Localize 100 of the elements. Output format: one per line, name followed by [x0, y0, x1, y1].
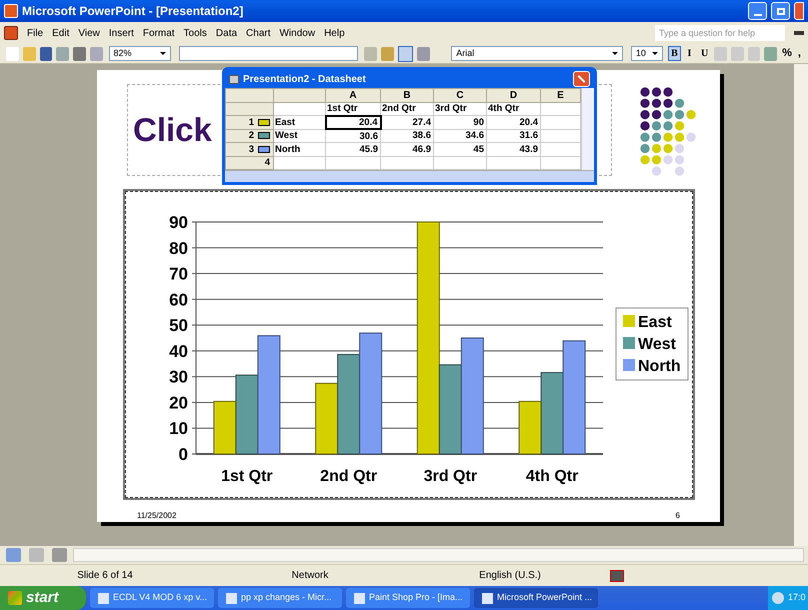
- number-format-button[interactable]: %: [779, 45, 795, 62]
- vertical-scrollbar[interactable]: [581, 88, 594, 170]
- menu-item[interactable]: View: [78, 26, 100, 40]
- slide-title: Click: [133, 110, 212, 150]
- column-header[interactable]: B: [380, 88, 434, 102]
- app-icon: [354, 592, 365, 604]
- table-cell: 20.4: [486, 116, 540, 129]
- column-header[interactable]: E: [540, 88, 580, 102]
- column-header[interactable]: D: [486, 88, 540, 102]
- menu-item[interactable]: Help: [324, 26, 345, 40]
- page-number: 6: [676, 510, 680, 522]
- app-icon: [4, 4, 18, 18]
- table-cell: 27.4: [380, 116, 434, 129]
- vertical-scrollbar[interactable]: [794, 64, 808, 546]
- table-cell: 20.4: [326, 116, 380, 129]
- help-search-field[interactable]: Type a question for help: [655, 25, 785, 41]
- corner-cell[interactable]: [226, 88, 274, 102]
- table-cell: East: [274, 116, 326, 129]
- menu-item[interactable]: Edit: [52, 26, 70, 40]
- format-button[interactable]: B: [668, 46, 681, 61]
- font-size-dropdown[interactable]: 10: [630, 46, 663, 61]
- window-title: Microsoft PowerPoint - [Presentation2]: [22, 3, 244, 20]
- caret-icon: [652, 52, 658, 55]
- format-button[interactable]: I: [682, 46, 696, 61]
- category-label: 3rd Qtr: [424, 468, 478, 485]
- y-tick-label: 20: [169, 393, 188, 412]
- legend-label: East: [638, 314, 672, 331]
- table-cell: 43.9: [486, 142, 540, 156]
- app-icon: [98, 592, 109, 604]
- app-icon: [226, 592, 237, 604]
- menu-item[interactable]: Insert: [108, 26, 134, 40]
- datasheet-title: Presentation2 - Datasheet: [243, 72, 367, 86]
- legend-label: North: [638, 358, 681, 375]
- y-tick-label: 50: [169, 316, 188, 336]
- close-button[interactable]: [794, 2, 804, 20]
- bar: [315, 382, 338, 454]
- row-header[interactable]: [226, 102, 274, 116]
- y-tick-label: 0: [178, 445, 188, 464]
- table-cell: 1st Qtr: [326, 102, 380, 116]
- table-cell: North: [274, 142, 326, 156]
- table-cell: 46.9: [380, 142, 434, 156]
- row-header[interactable]: 4: [226, 156, 274, 170]
- table-cell: 30.6: [326, 129, 380, 142]
- y-tick-label: 80: [169, 238, 188, 258]
- caret-icon: [612, 52, 618, 55]
- y-tick-label: 40: [169, 342, 188, 361]
- row-header[interactable]: 2: [226, 129, 274, 142]
- table-cell: 4th Qtr: [486, 102, 540, 116]
- row-header[interactable]: 1: [226, 116, 274, 129]
- datasheet-icon[interactable]: [398, 46, 414, 62]
- menu-item[interactable]: File: [27, 26, 44, 40]
- taskbar-item[interactable]: pp xp changes - Micr...: [218, 588, 342, 608]
- legend-swatch: [623, 315, 635, 327]
- y-tick-label: 30: [169, 368, 188, 387]
- taskbar-item[interactable]: Microsoft PowerPoint ...: [474, 588, 598, 608]
- minimize-button[interactable]: [748, 2, 767, 20]
- table-cell: 38.6: [380, 129, 434, 142]
- table-cell: 34.6: [434, 129, 486, 142]
- menu-item[interactable]: Format: [142, 26, 175, 40]
- category-label: 4th Qtr: [526, 468, 578, 485]
- slide-counter: Slide 6 of 14: [76, 569, 134, 583]
- legend-swatch: [623, 337, 635, 349]
- caret-icon: [160, 52, 166, 55]
- table-cell: West: [274, 129, 326, 142]
- format-button[interactable]: U: [698, 46, 712, 61]
- y-tick-label: 60: [169, 290, 188, 310]
- row-header[interactable]: 3: [226, 142, 274, 156]
- taskbar-item[interactable]: Paint Shop Pro - [Ima...: [346, 588, 470, 608]
- y-tick-label: 90: [169, 213, 188, 232]
- column-header[interactable]: A: [326, 88, 380, 102]
- table-cell: 45.9: [326, 142, 380, 156]
- menu-item[interactable]: Data: [216, 26, 238, 40]
- taskbar-item[interactable]: ECDL V4 MOD 6 xp v...: [90, 588, 214, 608]
- table-cell: 2nd Qtr: [380, 102, 434, 116]
- category-label: 1st Qtr: [221, 468, 273, 485]
- horizontal-scrollbar[interactable]: [73, 548, 804, 562]
- table-cell: [274, 102, 326, 116]
- category-label: 2nd Qtr: [320, 468, 378, 485]
- zoom-dropdown[interactable]: 82%: [108, 46, 172, 61]
- y-tick-label: 70: [169, 264, 188, 284]
- close-button[interactable]: [573, 71, 590, 87]
- menu-item[interactable]: Chart: [246, 26, 270, 40]
- horizontal-scrollbar[interactable]: [225, 170, 594, 182]
- number-format-button[interactable]: ,: [794, 45, 804, 62]
- menu-item[interactable]: Tools: [184, 26, 207, 40]
- font-dropdown[interactable]: Arial: [451, 46, 623, 61]
- start-button[interactable]: start: [0, 586, 86, 610]
- document-icon: [4, 26, 18, 40]
- column-header: [274, 88, 326, 102]
- design-name: Network: [290, 569, 330, 583]
- table-cell: 31.6: [486, 129, 540, 142]
- app-icon: [482, 592, 493, 604]
- table-cell: 45: [434, 142, 486, 156]
- column-header[interactable]: C: [434, 88, 486, 102]
- menu-item[interactable]: Window: [279, 26, 316, 40]
- restore-button[interactable]: [771, 2, 790, 20]
- legend-label: West: [638, 336, 676, 353]
- language-status: English (U.S.): [478, 569, 542, 583]
- chart-objects-dropdown[interactable]: [179, 46, 358, 61]
- footer-date: 11/25/2002: [137, 510, 176, 522]
